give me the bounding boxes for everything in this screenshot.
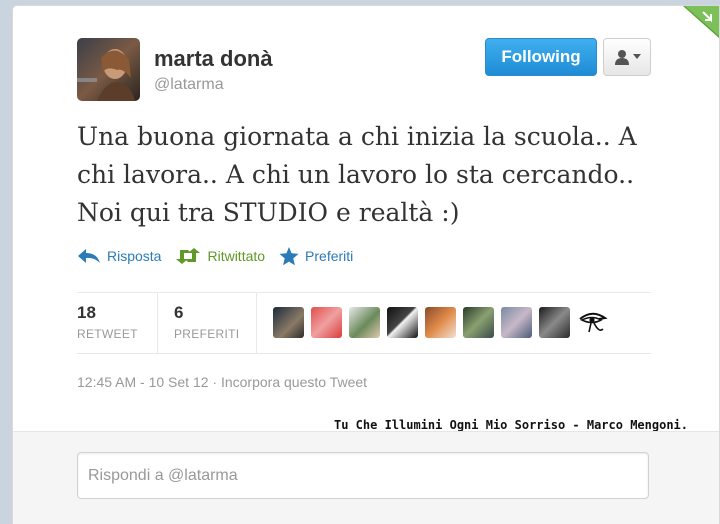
- tweet-text-line: Noi qui tra STUDIO e realtà :): [77, 198, 460, 227]
- reply-icon: [78, 249, 100, 263]
- retweet-action[interactable]: Ritwittato: [175, 248, 265, 264]
- reply-label: Risposta: [107, 248, 162, 264]
- tweet-actions: Risposta Ritwittato Preferiti: [77, 246, 353, 266]
- favoriter-avatar[interactable]: [387, 307, 418, 338]
- favoriter-avatar[interactable]: [273, 307, 304, 338]
- favorite-action[interactable]: Preferiti: [279, 246, 354, 266]
- favoriter-avatar[interactable]: [539, 307, 570, 338]
- retweet-icon: [176, 248, 201, 264]
- favoriter-avatar[interactable]: [425, 307, 456, 338]
- chevron-down-icon: [632, 54, 641, 59]
- corner-fold-icon[interactable]: [683, 6, 719, 38]
- favorite-label: Preferiti: [305, 248, 354, 264]
- author-avatar[interactable]: [77, 38, 140, 101]
- favoriter-avatars: [273, 307, 608, 338]
- stat-divider: [256, 293, 257, 353]
- retweet-stat[interactable]: 18 RETWEET: [77, 303, 138, 341]
- tweet-timestamp[interactable]: 12:45 AM - 10 Set 12 · Incorpora questo …: [77, 374, 367, 390]
- reply-input[interactable]: [77, 452, 649, 499]
- retweet-stat-label: RETWEET: [77, 327, 138, 341]
- tweet-text: Una buona giornata a chi inizia la scuol…: [77, 118, 677, 232]
- favoriter-avatar[interactable]: [501, 307, 532, 338]
- tweet-text-line: Una buona giornata a chi inizia la scuol…: [77, 122, 637, 151]
- favorite-stat[interactable]: 6 PREFERITI: [174, 303, 239, 341]
- user-actions-button[interactable]: [603, 38, 651, 76]
- retweet-count: 18: [77, 303, 96, 322]
- author-name[interactable]: marta donà: [154, 46, 273, 72]
- retweet-label: Ritwittato: [207, 248, 266, 264]
- favorite-stat-label: PREFERITI: [174, 327, 240, 341]
- star-icon: [279, 246, 299, 265]
- reply-area: [13, 431, 719, 524]
- user-icon: [614, 50, 629, 65]
- tweet-stats: 18 RETWEET 6 PREFERITI: [77, 292, 651, 354]
- stat-divider: [157, 293, 158, 353]
- tweet-text-line: chi lavora.. A chi un lavoro lo sta cerc…: [77, 160, 635, 189]
- favoriter-avatar[interactable]: [349, 307, 380, 338]
- reply-action[interactable]: Risposta: [77, 248, 161, 264]
- favoriter-avatar[interactable]: [463, 307, 494, 338]
- signature-caption: Tu Che Illumini Ogni Mio Sorriso - Marco…: [334, 418, 689, 432]
- following-button[interactable]: Following: [485, 38, 597, 76]
- author-handle[interactable]: @latarma: [154, 76, 224, 94]
- favoriter-avatar[interactable]: [311, 307, 342, 338]
- tweet-card: marta donà @latarma Following Una buona …: [12, 5, 720, 524]
- favorite-count: 6: [174, 303, 184, 322]
- eye-of-horus-icon[interactable]: [577, 307, 608, 338]
